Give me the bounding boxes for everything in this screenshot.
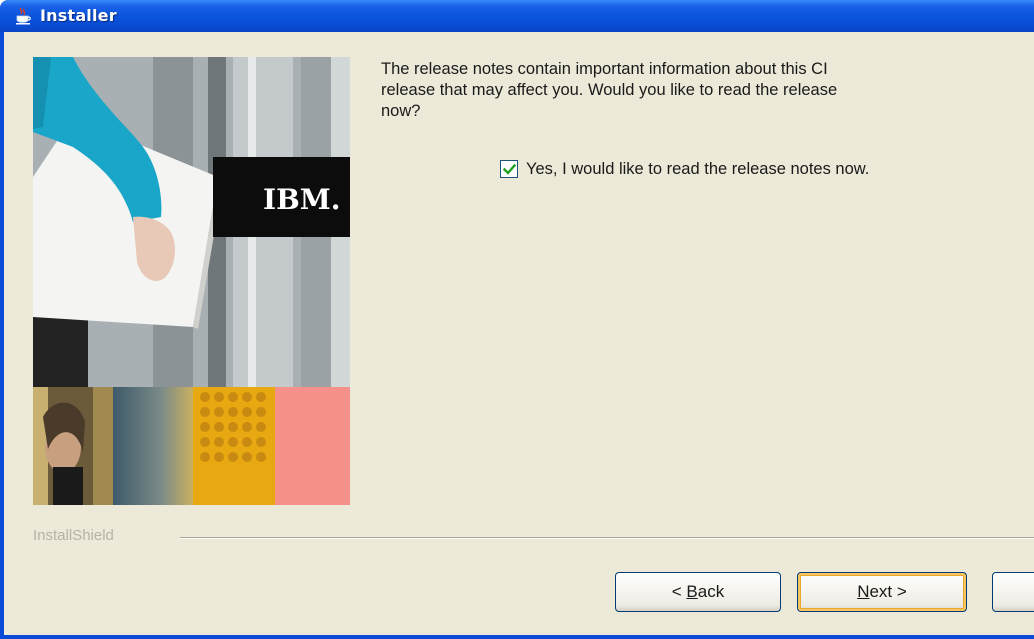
next-button-mnemonic: N	[857, 582, 870, 601]
message-line-1: The release notes contain important info…	[381, 60, 828, 78]
installshield-brand: InstallShield	[33, 527, 120, 544]
window-title: Installer	[40, 6, 117, 25]
back-button-rest: ack	[697, 582, 725, 601]
title-bar[interactable]: Installer	[0, 0, 1034, 32]
back-button-mnemonic: B	[686, 582, 698, 601]
banner-illustration: IBM.	[33, 57, 350, 505]
release-notes-message: The release notes contain important info…	[381, 59, 1034, 122]
ibm-banner-image: IBM.	[33, 57, 350, 505]
installer-window: Installer IBM. The release notes contain…	[0, 0, 1034, 639]
footer-separator	[180, 537, 1034, 539]
read-release-notes-checkbox[interactable]	[500, 160, 518, 178]
back-button[interactable]: < Back	[615, 572, 781, 612]
cancel-button[interactable]	[992, 572, 1034, 612]
read-release-notes-label[interactable]: Yes, I would like to read the release no…	[526, 158, 869, 180]
ibm-logo-text: IBM.	[263, 183, 341, 216]
next-button-rest: ext >	[869, 582, 907, 601]
java-cup-icon	[16, 7, 31, 25]
next-button[interactable]: Next >	[797, 572, 967, 612]
checkmark-icon	[503, 163, 516, 175]
message-line-2: release that may affect you. Would you l…	[381, 81, 838, 99]
message-line-3: now?	[381, 102, 421, 120]
back-button-prefix: <	[671, 582, 687, 601]
